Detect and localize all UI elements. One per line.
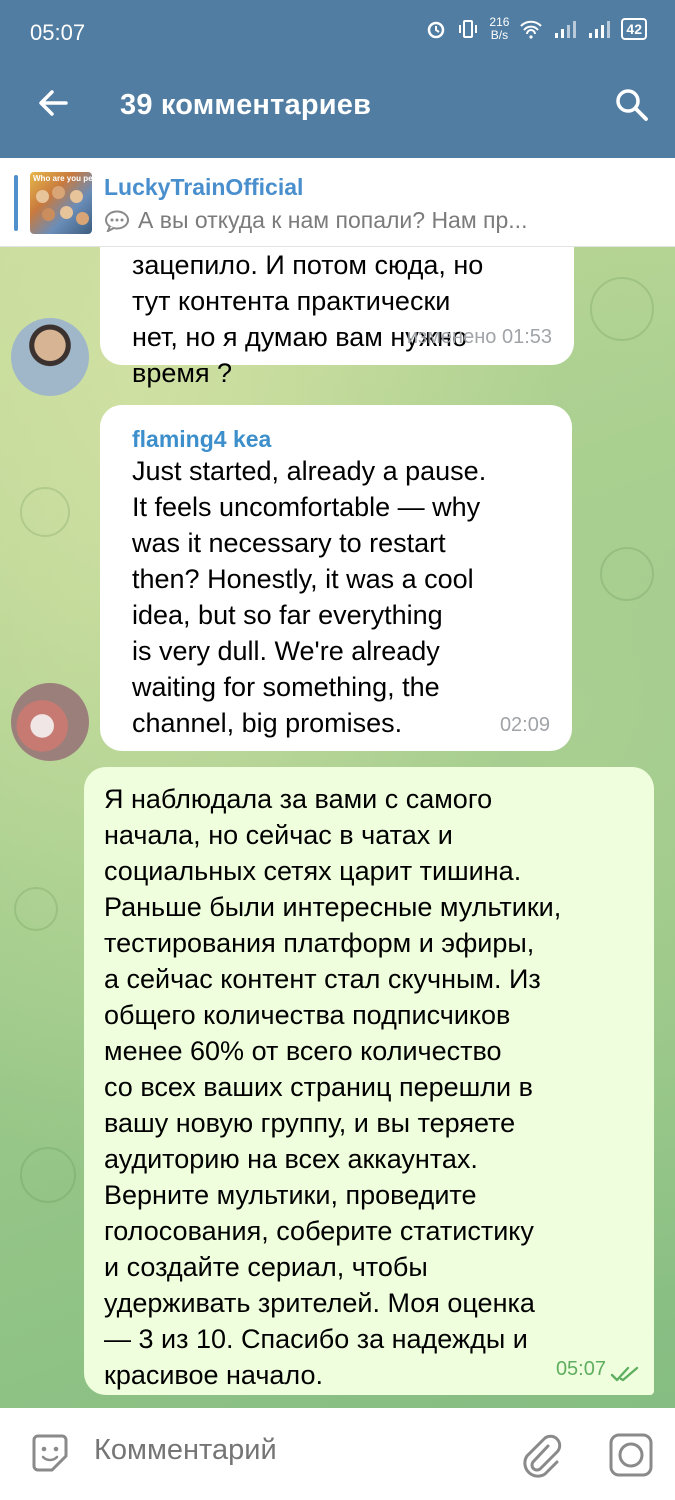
signal-icon (555, 21, 577, 38)
speech-bubble-icon (105, 210, 129, 232)
message-bubble[interactable]: зацепило. И потом сюда, но тут контента … (100, 247, 574, 388)
vibrate-icon (459, 20, 478, 38)
network-speed: 216 B/s (489, 15, 510, 42)
pinned-preview-text: А вы откуда к нам попали? Нам пр... (138, 207, 528, 233)
alarm-icon (428, 21, 445, 39)
background-doodle (14, 887, 58, 931)
double-check-icon (610, 1366, 639, 1382)
pinned-message[interactable]: Who are you people? LuckyTrainOfficial А… (0, 158, 675, 247)
message-time: 02:09 (499, 714, 550, 736)
search-icon[interactable] (613, 86, 649, 122)
pinned-thumbnail: Who are you people? (30, 172, 92, 234)
message-time: изменено 01:53 (406, 326, 552, 348)
video-message-icon[interactable] (608, 1432, 654, 1478)
pinned-accent-bar (14, 175, 18, 231)
chat-area[interactable]: зацепило. И потом сюда, но тут контента … (0, 247, 675, 1408)
avatar[interactable] (11, 683, 89, 761)
background-doodle (20, 1147, 76, 1203)
message-text: Я наблюдала за вами с самого начала, но … (104, 784, 562, 1390)
status-icons: 216 B/s 42 (425, 16, 647, 42)
pinned-preview: А вы откуда к нам попали? Нам пр... (104, 207, 527, 234)
comment-input[interactable] (94, 1434, 494, 1467)
status-time: 05:07 (30, 20, 86, 45)
thumbnail-caption: Who are you people? (33, 174, 92, 183)
app-header: 05:07 216 B/s 42 39 комментариев (0, 0, 675, 158)
page-title: 39 комментариев (120, 89, 372, 121)
background-doodle (600, 547, 654, 601)
message-time: 05:07 (555, 1358, 606, 1380)
comment-input-bar (0, 1408, 675, 1500)
pinned-channel-name: LuckyTrainOfficial (104, 174, 304, 200)
wifi-icon (520, 20, 543, 39)
background-doodle (590, 277, 654, 341)
message-text: Just started, already a pause. It feels … (132, 456, 487, 738)
message-author[interactable]: flaming4 kea (132, 421, 271, 457)
avatar[interactable] (11, 318, 89, 396)
outgoing-message-bubble[interactable]: Я наблюдала за вами с самого начала, но … (84, 767, 654, 1395)
background-doodle (20, 487, 70, 537)
signal-icon-2 (589, 21, 611, 38)
message-bubble[interactable]: flaming4 kea Just started, already a pau… (100, 405, 572, 751)
battery-indicator: 42 (621, 18, 647, 40)
arrow-back-icon[interactable] (36, 86, 70, 120)
sticker-emoji-icon[interactable] (28, 1432, 72, 1476)
attach-icon[interactable] (518, 1432, 562, 1478)
